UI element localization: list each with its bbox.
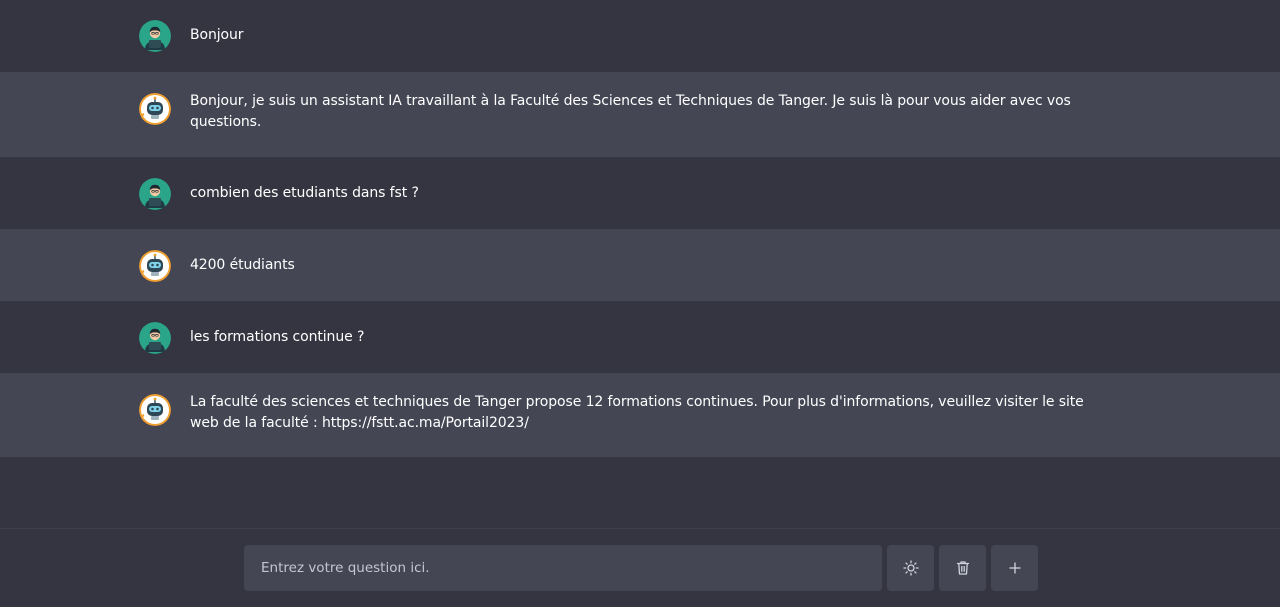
- message-row-user: Bonjour: [0, 0, 1280, 72]
- message-row-assistant: Bonjour, je suis un assistant IA travail…: [0, 72, 1280, 157]
- user-avatar-icon: [139, 20, 171, 52]
- message-text: Bonjour: [190, 27, 244, 43]
- robot-avatar-icon: [139, 93, 171, 125]
- message-row-user: combien des etudiants dans fst ?: [0, 157, 1280, 229]
- robot-avatar-icon: [139, 250, 171, 282]
- message-text: Bonjour, je suis un assistant IA travail…: [190, 93, 1071, 130]
- message-text: La faculté des sciences et techniques de…: [190, 394, 1084, 431]
- message-text: 4200 étudiants: [190, 257, 295, 273]
- delete-chat-button[interactable]: [939, 545, 986, 591]
- chat-app: Bonjour Bonjour, je suis un assistant IA…: [0, 0, 1280, 607]
- sun-icon: [902, 560, 919, 576]
- question-input[interactable]: [244, 545, 882, 591]
- message-row-user: les formations continue ?: [0, 301, 1280, 373]
- message-row-assistant: 4200 étudiants: [0, 229, 1280, 301]
- composer-bar: [0, 529, 1280, 607]
- new-chat-button[interactable]: [991, 545, 1038, 591]
- chat-log: Bonjour Bonjour, je suis un assistant IA…: [0, 0, 1280, 457]
- plus-icon: [1008, 561, 1022, 575]
- message-text: combien des etudiants dans fst ?: [190, 185, 419, 201]
- user-avatar-icon: [139, 178, 171, 210]
- message-text: les formations continue ?: [190, 329, 365, 345]
- robot-avatar-icon: [139, 394, 171, 426]
- trash-icon: [955, 560, 971, 576]
- user-avatar-icon: [139, 322, 171, 354]
- message-row-assistant: La faculté des sciences et techniques de…: [0, 373, 1280, 457]
- theme-toggle-button[interactable]: [887, 545, 934, 591]
